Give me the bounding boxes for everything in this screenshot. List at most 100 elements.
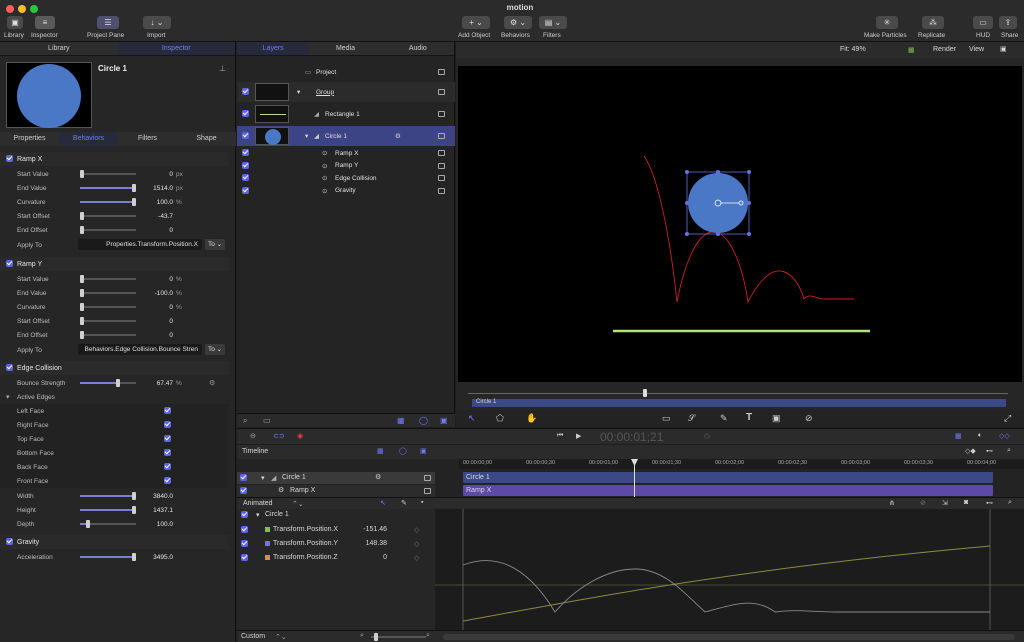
param-value[interactable]: -43.7 (158, 213, 173, 220)
select-tool-icon[interactable]: ↖ (468, 413, 476, 424)
keyframe-diamond-icon[interactable]: ◇ (414, 526, 419, 534)
ramp-y-enable-checkbox[interactable] (6, 260, 13, 267)
layer-row-behavior[interactable]: ⊙ Edge Collision (237, 172, 455, 184)
edge-checkbox[interactable] (164, 449, 171, 456)
keyframe-diamond-icon[interactable]: ◇ (414, 554, 419, 562)
curve-row[interactable]: Transform.Position.Y 148.38 ◇ (237, 538, 435, 550)
curve-checkbox[interactable] (241, 540, 248, 547)
apply-to-field[interactable]: Properties.Transform.Position.X (78, 239, 202, 250)
layer-row-behavior[interactable]: ⊙ Ramp Y (237, 160, 455, 172)
lock-icon[interactable] (438, 162, 445, 169)
tab-properties[interactable]: Properties (0, 132, 59, 146)
gravity-enable-checkbox[interactable] (6, 538, 13, 545)
filter-icon[interactable]: ▣ (440, 416, 448, 425)
param-value[interactable]: -100.0 (155, 290, 173, 297)
tab-inspector[interactable]: Inspector (117, 42, 235, 55)
track-row-ramp-x[interactable]: ⚙ Ramp X (237, 485, 435, 497)
record-options-icon[interactable]: ⊂⊃ (273, 432, 285, 440)
view-dropdown[interactable]: View (969, 46, 984, 53)
transform-tool-icon[interactable]: ⬠ (496, 413, 504, 424)
mask-icon[interactable]: ◯ (419, 416, 428, 425)
hud-button[interactable]: ▭ (973, 16, 993, 29)
filter-icon[interactable]: ▣ (420, 447, 427, 455)
lock-icon[interactable] (438, 187, 445, 194)
param-value[interactable]: 67.47 (157, 380, 173, 387)
mask-icon[interactable]: ◯ (399, 447, 407, 455)
lock-icon[interactable] (438, 89, 445, 95)
layer-enable-checkbox[interactable] (242, 88, 249, 95)
edge-checkbox[interactable] (164, 421, 171, 428)
end-value-slider[interactable] (80, 184, 136, 192)
shape-tool-icon[interactable]: ▭ (662, 413, 671, 424)
behaviors-button[interactable]: ⚙ ⌄ (504, 16, 532, 29)
apply-to-field[interactable]: Behaviors.Edge Collision.Bounce Stren (78, 344, 202, 355)
lock-icon[interactable] (438, 133, 445, 139)
param-value[interactable]: 3495.0 (153, 554, 173, 561)
timecode-display[interactable]: 00:00:01;21 (600, 430, 663, 444)
ramp-y-section[interactable]: Ramp Y (0, 257, 229, 271)
disclosure-triangle-icon[interactable]: ▾ (6, 393, 10, 401)
lock-icon[interactable] (438, 69, 445, 75)
disable-icon[interactable]: ⊘ (805, 413, 813, 424)
minimize-window-button[interactable] (18, 5, 26, 13)
param-value[interactable]: 0 (169, 332, 173, 339)
disclosure-triangle-icon[interactable]: ▾ (297, 88, 300, 96)
disclosure-triangle-icon[interactable]: ▾ (256, 511, 260, 519)
curve-position-y[interactable] (462, 560, 990, 613)
param-value[interactable]: 100.0 (157, 199, 173, 206)
tab-audio[interactable]: Audio (382, 42, 454, 55)
edge-checkbox[interactable] (164, 463, 171, 470)
curve-row[interactable]: Transform.Position.Z 0 ◇ (237, 552, 435, 564)
height-slider[interactable] (80, 506, 136, 514)
width-slider[interactable] (80, 492, 136, 500)
disclosure-triangle-icon[interactable]: ▾ (305, 132, 308, 140)
lock-icon[interactable] (438, 111, 445, 117)
curvature-slider[interactable] (80, 303, 136, 311)
tab-layers[interactable]: Layers (237, 42, 310, 55)
zoom-in-icon[interactable]: ⌕ (426, 632, 430, 640)
zoom-window-button[interactable] (30, 5, 38, 13)
replicate-button[interactable]: ⁂ (922, 16, 944, 29)
keyframe-nav-icon[interactable]: ◇◆ (965, 447, 976, 455)
disclosure-triangle-icon[interactable]: ▾ (261, 474, 265, 482)
layer-row-behavior[interactable]: ⊙ Ramp X (237, 147, 455, 159)
tab-filters[interactable]: Filters (118, 132, 177, 146)
play-icon[interactable]: ▶ (576, 432, 581, 440)
audio-icon[interactable]: 🔈︎ (978, 432, 982, 440)
curvature-slider[interactable] (80, 198, 136, 206)
bounce-strength-slider[interactable] (80, 379, 136, 387)
lock-icon[interactable] (438, 175, 445, 181)
active-edges-row[interactable]: ▾ Active Edges (0, 390, 229, 404)
zoom-icon[interactable]: ⌕ (1008, 499, 1012, 507)
curve-value[interactable]: -151.46 (363, 526, 387, 533)
apply-to-dropdown[interactable]: To ⌄ (205, 239, 226, 250)
param-value[interactable]: 0 (169, 318, 173, 325)
canvas-viewport[interactable] (458, 66, 1022, 382)
curve-value[interactable]: 148.38 (363, 540, 387, 547)
param-value[interactable]: 0 (169, 227, 173, 234)
keyframe-icon[interactable]: ◇◇ (999, 432, 1010, 440)
pan-tool-icon[interactable]: ✋ (526, 413, 537, 424)
tab-behaviors[interactable]: Behaviors (59, 132, 118, 146)
layout-icon[interactable]: ▭ (263, 416, 271, 425)
param-value[interactable]: 1514.0 (153, 185, 173, 192)
end-offset-slider[interactable] (80, 226, 136, 234)
gravity-section[interactable]: Gravity (0, 535, 229, 549)
start-value-slider[interactable] (80, 170, 136, 178)
filters-button[interactable]: ▤ ⌄ (539, 16, 567, 29)
layout-icon[interactable]: ▣ (1000, 45, 1007, 53)
layer-enable-checkbox[interactable] (242, 186, 249, 194)
close-window-button[interactable] (6, 5, 14, 13)
box-icon[interactable]: ▪ (421, 499, 423, 506)
zoom-fit-dropdown[interactable]: Fit: 49% (840, 46, 866, 53)
param-value[interactable]: 0 (169, 304, 173, 311)
layer-row-circle[interactable]: ▾ ◢ Circle 1 ⚙ (237, 126, 455, 146)
curve-value[interactable]: 0 (363, 554, 387, 561)
end-offset-slider[interactable] (80, 331, 136, 339)
clear-icon[interactable]: ⊘ (920, 499, 926, 507)
make-particles-button[interactable]: ✳ (876, 16, 898, 29)
pin-icon[interactable]: ⊥ (219, 64, 226, 73)
curve-graph[interactable] (435, 509, 1024, 630)
end-value-slider[interactable] (80, 289, 136, 297)
snap-icon[interactable]: ⊷ (986, 499, 993, 507)
